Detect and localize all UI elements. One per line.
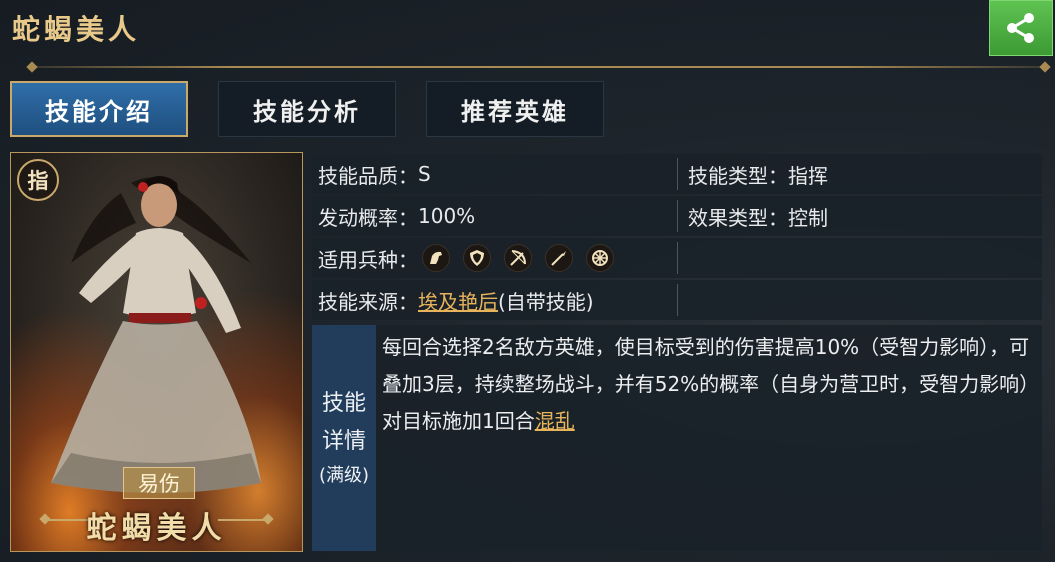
detail-label-line3: (满级) xyxy=(318,465,370,486)
source-suffix: (自带技能) xyxy=(498,289,594,314)
source-label: 技能来源： xyxy=(318,289,418,314)
tab-recommended-heroes[interactable]: 推荐英雄 xyxy=(426,81,604,137)
info-row-quality: 技能品质： S 技能类型： 指挥 xyxy=(312,154,1042,194)
header-divider xyxy=(26,61,1051,73)
skill-description: 每回合选择2名敌方英雄，使目标受到的伤害提高10%（受智力影响），可叠加3层，持… xyxy=(382,329,1038,440)
info-row-source: 技能来源： 埃及艳后 (自带技能) xyxy=(312,280,1042,320)
page-title: 蛇蝎美人 xyxy=(12,13,141,46)
effect-tag: 易伤 xyxy=(123,467,195,499)
rate-value: 100% xyxy=(418,204,476,228)
archer-icon xyxy=(504,244,532,272)
troops-label: 适用兵种： xyxy=(318,247,418,272)
quality-label: 技能品质： xyxy=(318,163,418,188)
detail-label-line2: 详情 xyxy=(321,429,366,454)
spear-icon xyxy=(545,244,573,272)
quality-value: S xyxy=(418,162,431,186)
source-hero-link[interactable]: 埃及艳后 xyxy=(418,286,498,315)
type-value: 指挥 xyxy=(788,163,828,188)
chariot-icon xyxy=(586,244,614,272)
shield-icon xyxy=(463,244,491,272)
skill-card: 指 易伤 蛇蝎美人 xyxy=(10,152,303,552)
confusion-link[interactable]: 混乱 xyxy=(535,409,575,433)
tab-skill-analysis[interactable]: 技能分析 xyxy=(218,81,396,137)
type-label: 技能类型： xyxy=(688,163,788,188)
share-button[interactable] xyxy=(989,0,1053,56)
detail-label-line1: 技能 xyxy=(321,391,366,416)
share-icon xyxy=(1007,13,1034,43)
effect-label: 效果类型： xyxy=(688,205,788,230)
detail-label: 技能 详情 (满级) xyxy=(312,325,376,551)
description-text: 每回合选择2名敌方英雄，使目标受到的伤害提高10%（受智力影响），可叠加3层，持… xyxy=(382,335,1030,433)
skill-detail-panel: 技能 详情 (满级) 每回合选择2名敌方英雄，使目标受到的伤害提高10%（受智力… xyxy=(312,325,1042,551)
command-badge: 指 xyxy=(17,159,59,201)
rate-label: 发动概率： xyxy=(318,205,418,230)
cavalry-icon xyxy=(422,244,450,272)
info-row-rate: 发动概率： 100% 效果类型： 控制 xyxy=(312,196,1042,236)
card-skill-name: 蛇蝎美人 xyxy=(86,511,227,546)
tab-skill-intro[interactable]: 技能介绍 xyxy=(10,81,188,137)
info-row-troops: 适用兵种： xyxy=(312,238,1042,278)
effect-value: 控制 xyxy=(788,205,828,230)
